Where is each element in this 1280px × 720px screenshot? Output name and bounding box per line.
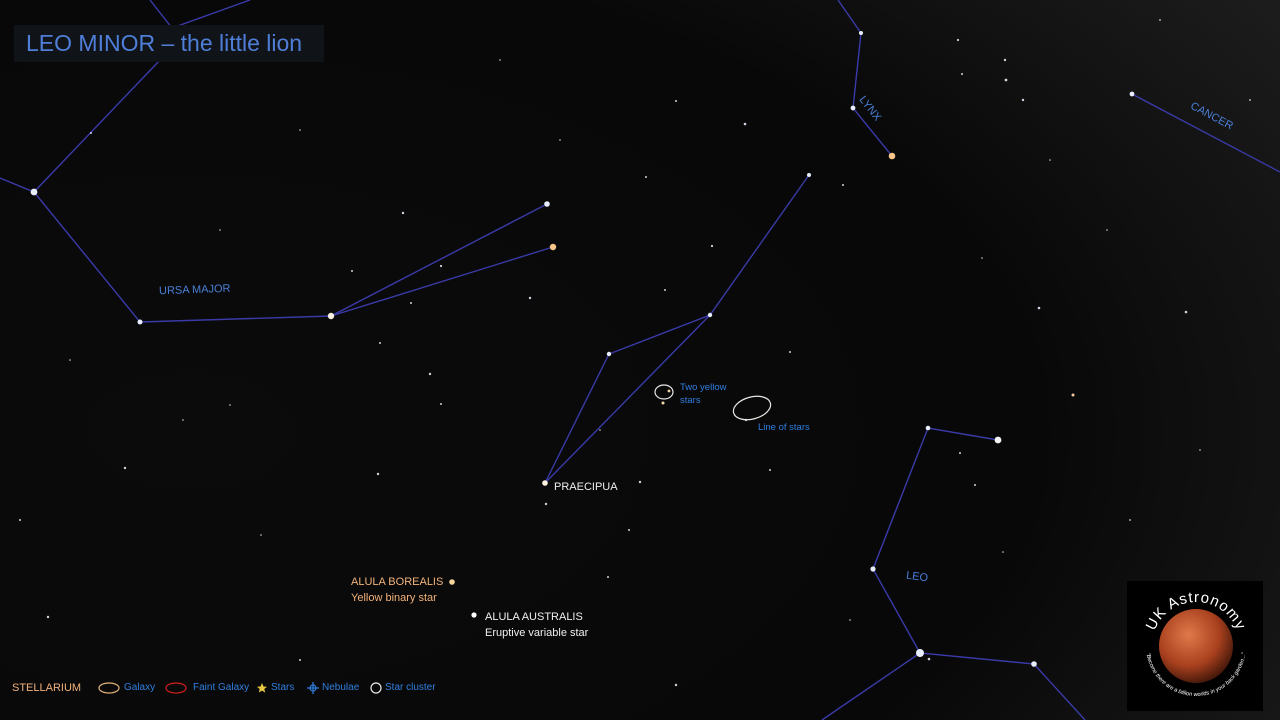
star <box>1031 661 1037 667</box>
sky-background <box>0 0 1280 720</box>
star <box>859 31 863 35</box>
note-two-yellow-line2: stars <box>680 395 701 406</box>
note-two-yellow-stars: Two yellow stars <box>680 381 726 407</box>
star <box>30 188 38 196</box>
star <box>888 152 896 160</box>
label-alula-borealis: ALULA BOREALIS <box>351 576 444 588</box>
star <box>667 389 671 393</box>
star <box>994 436 1002 444</box>
star <box>850 105 856 111</box>
legend-faint-galaxy: Faint Galaxy <box>193 682 250 693</box>
desc-alula-borealis: Yellow binary star <box>351 592 437 604</box>
legend-stars: Stars <box>271 682 295 693</box>
legend-source: STELLARIUM <box>12 682 82 694</box>
star <box>549 243 557 251</box>
star <box>661 401 665 405</box>
star <box>327 312 335 320</box>
star <box>925 425 931 431</box>
star <box>1129 91 1135 97</box>
star <box>807 173 811 177</box>
star <box>707 312 713 318</box>
star-alula-australis <box>471 612 477 618</box>
label-praecipua: PRAECIPUA <box>554 481 618 493</box>
star-praecipua <box>542 480 548 486</box>
mars-planet-icon <box>1159 609 1233 683</box>
label-alula-australis: ALULA AUSTRALIS <box>485 611 583 623</box>
page-title: LEO MINOR – the little lion <box>26 30 303 56</box>
star <box>916 649 924 657</box>
note-two-yellow-line1: Two yellow <box>680 382 727 393</box>
star <box>137 319 143 325</box>
star-alula-borealis <box>449 579 455 585</box>
desc-alula-australis: Eruptive variable star <box>485 627 589 639</box>
star <box>544 201 550 207</box>
star <box>870 566 876 572</box>
uk-astronomy-logo: UK Astronomy "Become there are a billion… <box>1127 581 1263 711</box>
legend-galaxy: Galaxy <box>124 682 156 693</box>
legend-star-cluster: Star cluster <box>385 682 436 693</box>
legend-nebulae: Nebulae <box>322 682 360 693</box>
note-line-of-stars: Line of stars <box>758 422 810 433</box>
star-chart: UK Astronomy "Become there are a billion… <box>0 0 1280 720</box>
star <box>606 351 612 357</box>
label-ursa-major: URSA MAJOR <box>158 282 231 298</box>
